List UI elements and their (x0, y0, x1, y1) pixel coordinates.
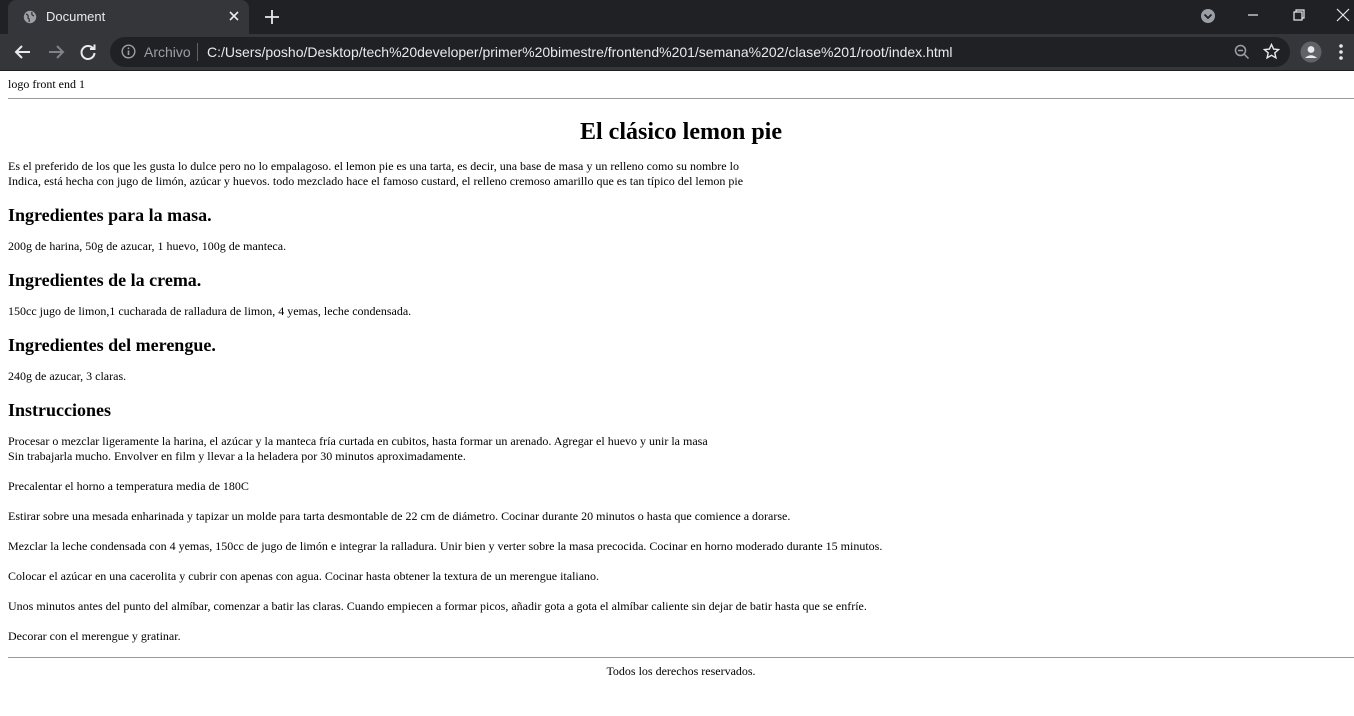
tab-search-icon[interactable] (1200, 8, 1216, 29)
close-tab-icon[interactable] (228, 10, 240, 25)
browser-toolbar: Archivo C:/Users/posho/Desktop/tech%20de… (0, 34, 1354, 71)
minimize-icon[interactable] (1246, 8, 1260, 27)
instruction-step: Unos minutos antes del punto del almíbar… (8, 599, 867, 613)
zoom-out-icon[interactable] (1234, 44, 1250, 63)
instructions-heading: Instrucciones (8, 400, 111, 420)
section-text-masa: 200g de harina, 50g de azucar, 1 huevo, … (8, 239, 287, 253)
url-text[interactable]: C:/Users/posho/Desktop/tech%20developer/… (207, 44, 953, 60)
intro-paragraph: Es el preferido de los que les gusta lo … (8, 159, 1354, 189)
info-icon[interactable] (121, 44, 136, 62)
section-heading-masa: Ingredientes para la masa. (8, 205, 212, 225)
section-heading-merengue: Ingredientes del merengue. (8, 335, 216, 355)
section-heading-crema: Ingredientes de la crema. (8, 270, 202, 290)
intro-line: Indica, está hecha con jugo de limón, az… (8, 174, 744, 188)
section-text-crema: 150cc jugo de limon,1 cucharada de ralla… (8, 304, 412, 318)
instruction-step: Mezclar la leche condensada con 4 yemas,… (8, 539, 883, 553)
instruction-step: Procesar o mezclar ligeramente la harina… (8, 434, 1354, 464)
close-window-icon[interactable] (1336, 8, 1350, 27)
page-title: El clásico lemon pie (580, 119, 782, 145)
instruction-step: Decorar con el merengue y gratinar. (8, 629, 181, 643)
tab-strip: Document (0, 0, 1354, 34)
intro-line: Es el preferido de los que les gusta lo … (8, 159, 739, 173)
header-divider (8, 98, 1354, 99)
instruction-step: Colocar el azúcar en una cacerolita y cu… (8, 569, 600, 583)
bookmark-star-icon[interactable] (1262, 42, 1281, 63)
omnibox-divider (197, 43, 198, 61)
instruction-step: Estirar sobre una mesada enharinada y ta… (8, 509, 791, 523)
profile-avatar-icon[interactable] (1300, 41, 1322, 68)
reload-icon[interactable] (79, 43, 97, 66)
new-tab-icon[interactable] (264, 9, 280, 30)
back-arrow-icon[interactable] (14, 43, 32, 66)
section-text-merengue: 240g de azucar, 3 claras. (8, 369, 127, 383)
address-bar[interactable]: Archivo C:/Users/posho/Desktop/tech%20de… (110, 37, 1290, 67)
browser-tab[interactable]: Document (8, 0, 249, 34)
footer-divider (8, 657, 1354, 658)
logo-image-alt: logo front end 1 (8, 77, 85, 91)
footer-text: Todos los derechos reservados. (606, 664, 756, 678)
page-viewport: logo front end 1 El clásico lemon pie Es… (0, 71, 1354, 716)
url-scheme-label: Archivo (144, 44, 191, 60)
instruction-line: Sin trabajarla mucho. Envolver en film y… (8, 449, 466, 463)
instruction-step: Precalentar el horno a temperatura media… (8, 479, 249, 493)
restore-icon[interactable] (1292, 8, 1306, 27)
kebab-menu-icon[interactable] (1338, 43, 1344, 66)
globe-icon (23, 10, 37, 27)
forward-arrow-icon[interactable] (47, 43, 65, 66)
tab-title: Document (46, 9, 106, 24)
instruction-line: Procesar o mezclar ligeramente la harina… (8, 434, 708, 448)
